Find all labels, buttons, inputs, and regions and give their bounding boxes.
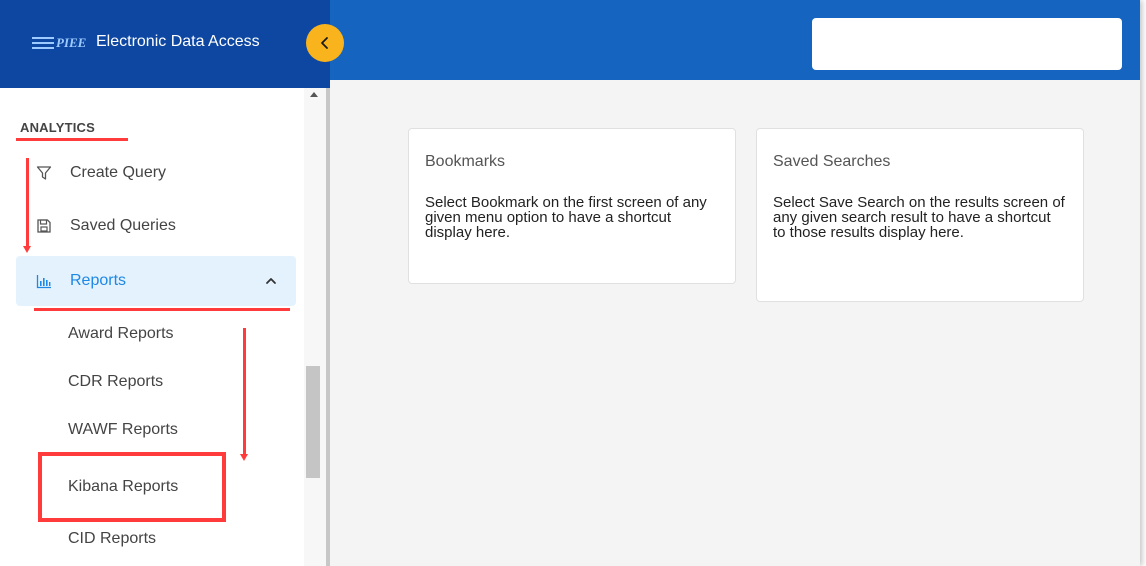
save-icon xyxy=(34,216,54,236)
scrollbar-thumb[interactable] xyxy=(306,366,320,478)
annotation-underline-reports xyxy=(34,308,290,311)
annotation-highlight-box xyxy=(38,452,226,522)
sidebar-scrollbar[interactable] xyxy=(304,88,326,566)
section-label-analytics: ANALYTICS xyxy=(20,120,95,135)
card-body: Select Bookmark on the first screen of a… xyxy=(425,194,707,241)
annotation-arrow-head-icon xyxy=(240,454,248,461)
sidebar-subitem-cdr-reports[interactable]: CDR Reports xyxy=(68,373,163,391)
saved-searches-card: Saved Searches Select Save Search on the… xyxy=(756,128,1084,302)
sidebar-item-label: Reports xyxy=(70,272,127,289)
brand-bar: PIEE Electronic Data Access xyxy=(0,0,330,88)
piee-logo: PIEE xyxy=(32,32,86,54)
card-title: Saved Searches xyxy=(773,153,891,170)
sidebar-item-reports[interactable]: Reports xyxy=(16,256,296,306)
card-body: Select Save Search on the results screen… xyxy=(773,194,1065,241)
logo-text: PIEE xyxy=(56,35,87,50)
annotation-arrow-shaft xyxy=(26,158,29,248)
chevron-up-icon[interactable] xyxy=(264,274,278,288)
chevron-left-icon xyxy=(321,37,328,49)
app-title: Electronic Data Access xyxy=(96,33,260,50)
sidebar-item-create-query[interactable]: Create Query xyxy=(16,148,296,198)
annotation-arrow-head-icon xyxy=(23,246,31,253)
search-input[interactable] xyxy=(812,18,1122,70)
annotation-arrow-shaft xyxy=(243,328,246,456)
bar-chart-icon xyxy=(34,271,54,291)
sidebar-item-label: Saved Queries xyxy=(70,217,176,234)
app-window: PIEE Electronic Data Access ANALYTICS Cr… xyxy=(0,0,1140,566)
sidebar-subitem-cid-reports[interactable]: CID Reports xyxy=(68,530,156,548)
sidebar: ANALYTICS Create Query Saved Queries Rep… xyxy=(0,88,330,566)
sidebar-subitem-award-reports[interactable]: Award Reports xyxy=(68,325,174,343)
collapse-sidebar-button[interactable] xyxy=(306,24,344,62)
scroll-up-arrow-icon[interactable] xyxy=(310,92,318,97)
sidebar-item-label: Create Query xyxy=(70,164,167,181)
card-title: Bookmarks xyxy=(425,153,506,170)
annotation-underline-analytics xyxy=(16,138,128,141)
filter-icon xyxy=(34,163,54,183)
sidebar-item-saved-queries[interactable]: Saved Queries xyxy=(16,201,296,251)
bookmarks-card: Bookmarks Select Bookmark on the first s… xyxy=(408,128,736,284)
logo-lines-icon xyxy=(32,37,54,49)
sidebar-subitem-wawf-reports[interactable]: WAWF Reports xyxy=(68,421,178,439)
